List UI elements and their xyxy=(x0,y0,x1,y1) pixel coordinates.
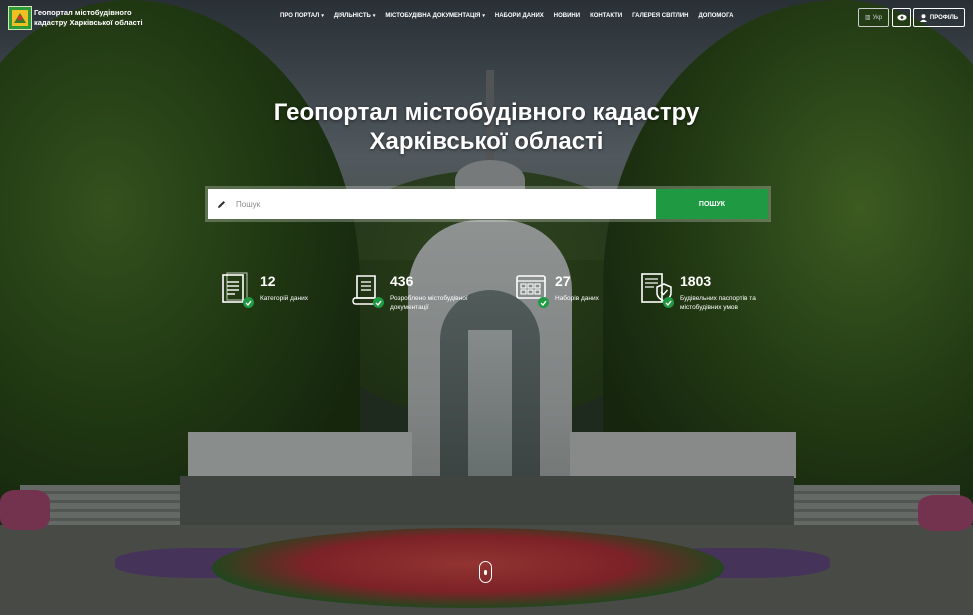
passport-shield-icon xyxy=(640,272,676,308)
profile-button[interactable]: ПРОФІЛЬ xyxy=(913,8,965,27)
site-brand[interactable]: Геопортал містобудівного кадастру Харків… xyxy=(34,8,164,28)
search-input[interactable] xyxy=(234,198,638,210)
search-field xyxy=(208,189,656,219)
nav-item-contacts[interactable]: КОНТАКТИ xyxy=(590,13,622,19)
search-bar: ПОШУК xyxy=(205,186,771,222)
accessibility-button[interactable] xyxy=(892,8,911,27)
stat-urban-docs: 436 Розроблено містобудівної документаці… xyxy=(350,272,468,312)
user-icon xyxy=(919,13,927,22)
language-button[interactable]: ▥ Укр xyxy=(858,8,889,27)
check-badge-icon xyxy=(663,297,674,308)
stat-value: 12 xyxy=(260,273,276,289)
stat-datasets: 27 Наборів даних xyxy=(515,272,599,308)
check-badge-icon xyxy=(373,297,384,308)
search-button[interactable]: ПОШУК xyxy=(656,189,768,219)
nav-item-activity[interactable]: ДІЯЛЬНІСТЬ ▾ xyxy=(334,13,375,19)
caret-down-icon: ▾ xyxy=(372,13,376,19)
stat-label: Розроблено містобудівної документації xyxy=(390,295,468,311)
caret-down-icon: ▾ xyxy=(482,13,485,19)
stat-label: Наборів даних xyxy=(555,295,599,302)
nav-item-urban-docs[interactable]: МІСТОБУДІВНА ДОКУМЕНТАЦІЯ ▾ xyxy=(385,13,485,19)
nav-item-datasets[interactable]: НАБОРИ ДАНИХ xyxy=(495,13,544,19)
document-list-icon xyxy=(220,272,256,308)
stat-categories: 12 Категорій даних xyxy=(220,272,308,308)
scroll-down-indicator[interactable] xyxy=(479,561,492,583)
check-badge-icon xyxy=(538,297,549,308)
top-header: Геопортал містобудівного кадастру Харків… xyxy=(0,0,973,36)
coat-of-arms-logo[interactable] xyxy=(8,6,32,30)
page-title: Геопортал містобудівного кадастру Харків… xyxy=(273,99,700,155)
scroll-dot xyxy=(484,570,487,575)
language-icon: ▥ xyxy=(864,15,871,21)
nav-item-gallery[interactable]: ГАЛЕРЕЯ СВІТЛИН xyxy=(632,13,688,19)
stat-label: Категорій даних xyxy=(260,295,308,302)
stat-passports: 1803 Будівельних паспортів та містобудів… xyxy=(640,272,756,312)
scroll-document-icon xyxy=(350,272,386,308)
stat-label: Будівельних паспортів та містобудівних у… xyxy=(680,295,756,311)
check-badge-icon xyxy=(243,297,254,308)
pencil-icon xyxy=(212,200,230,209)
stat-value: 1803 xyxy=(680,273,712,289)
nav-item-news[interactable]: НОВИНИ xyxy=(554,13,580,19)
nav-item-about[interactable]: ПРО ПОРТАЛ ▾ xyxy=(280,13,324,19)
stat-value: 436 xyxy=(390,273,414,289)
stat-value: 27 xyxy=(555,273,571,289)
main-nav: ПРО ПОРТАЛ ▾ ДІЯЛЬНІСТЬ ▾ МІСТОБУДІВНА ДОК… xyxy=(280,13,733,19)
eye-icon xyxy=(896,14,907,21)
caret-down-icon: ▾ xyxy=(321,13,324,19)
dataset-grid-icon xyxy=(515,272,551,308)
nav-item-help[interactable]: ДОПОМОГА xyxy=(699,13,734,19)
background-photo xyxy=(0,0,973,615)
